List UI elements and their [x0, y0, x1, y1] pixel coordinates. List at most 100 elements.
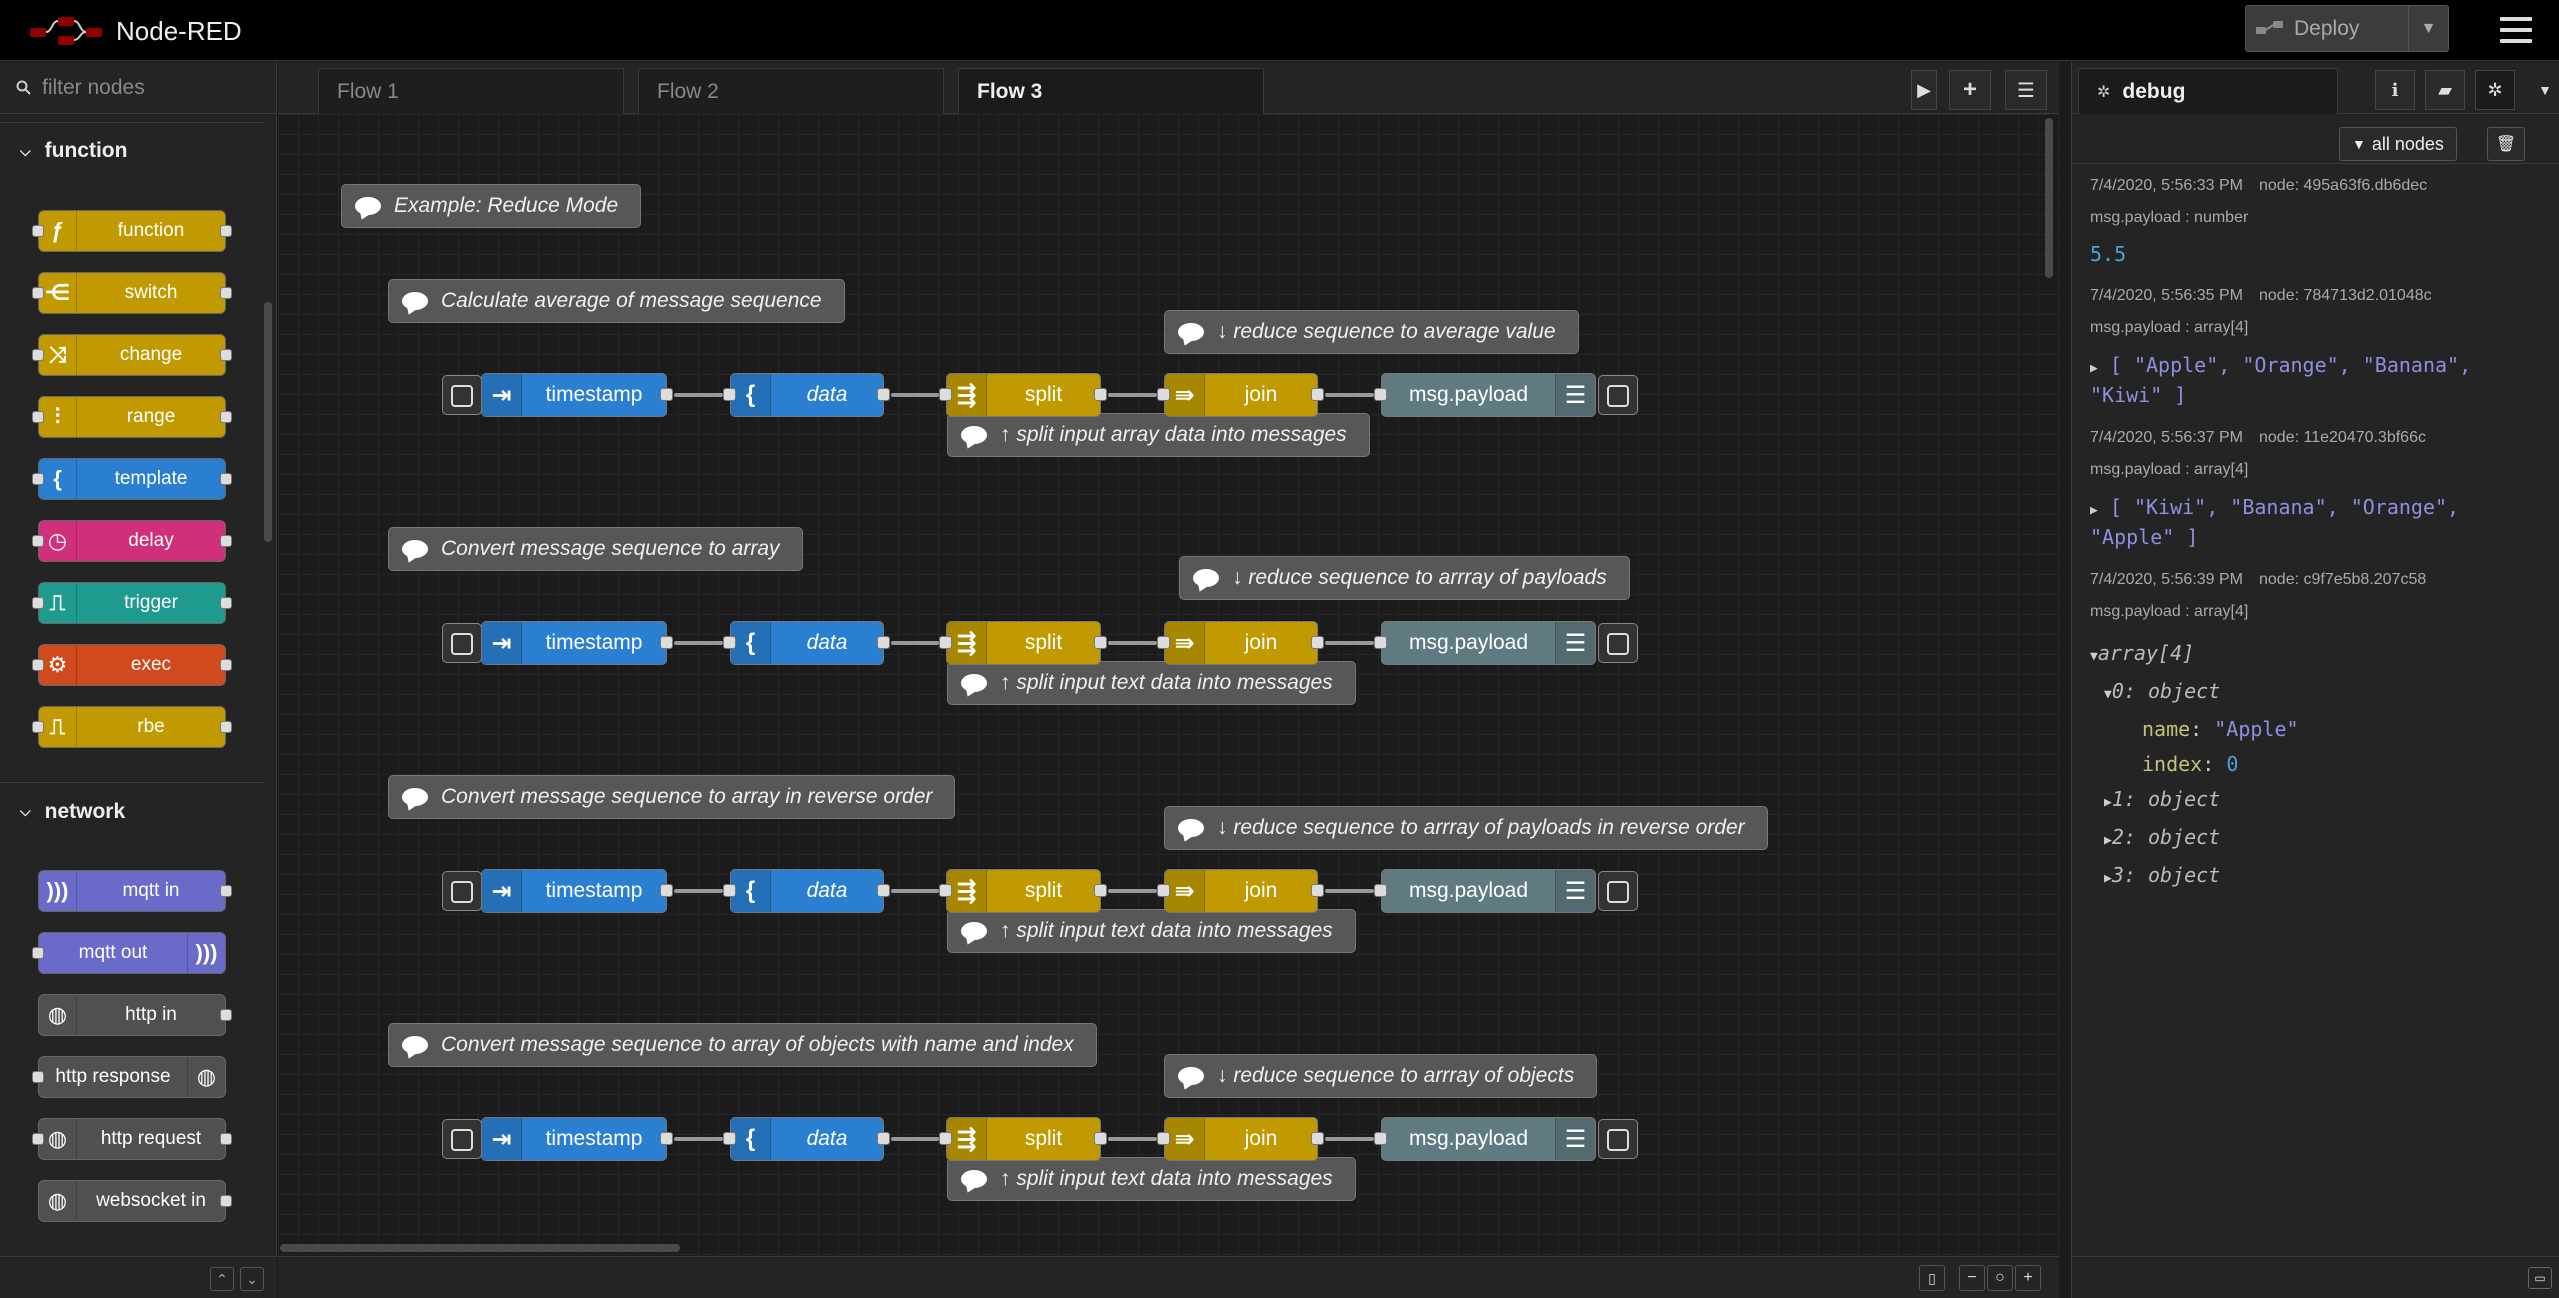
palette-scrollbar[interactable] [264, 302, 272, 542]
message-node-id[interactable]: node: 784713d2.01048c [2259, 287, 2432, 305]
palette-node-mqtt-in[interactable]: ))) mqtt in [38, 870, 226, 912]
row-comment-node[interactable]: Convert message sequence to array in rev… [388, 775, 956, 819]
split-node[interactable]: ⇶ split [946, 621, 1101, 665]
palette-category-function[interactable]: ⌵ function [0, 122, 264, 180]
inject-node[interactable]: ⇥ timestamp [481, 1117, 667, 1161]
inject-button[interactable] [442, 623, 482, 663]
inject-node[interactable]: ⇥ timestamp [481, 621, 667, 665]
message-node-id[interactable]: node: 495a63f6.db6dec [2259, 177, 2427, 195]
debug-toggle-button[interactable] [1598, 375, 1638, 415]
reduce-comment-node[interactable]: ↓ reduce sequence to arrray of payloads … [1164, 806, 1768, 850]
inject-node[interactable]: ⇥ timestamp [481, 869, 667, 913]
clear-messages-trash-icon[interactable]: 🗑 [2487, 127, 2525, 161]
sidebar-menu-chevron-icon[interactable]: ▼ [2525, 70, 2559, 110]
palette-node-trigger[interactable]: ⎍ trigger [38, 582, 226, 624]
palette-node-delay[interactable]: ◷ delay [38, 520, 226, 562]
inject-button[interactable] [442, 1119, 482, 1159]
split-comment-node[interactable]: ↑ split input text data into messages [947, 1157, 1356, 1201]
row-comment-node[interactable]: Calculate average of message sequence [388, 279, 845, 323]
palette-node-template[interactable]: {template [38, 458, 226, 500]
workspace-vertical-scrollbar[interactable] [2045, 118, 2053, 278]
tree-item[interactable]: ▶2: object [2090, 820, 2559, 858]
inject-button[interactable] [442, 871, 482, 911]
debug-bug-icon[interactable]: ✲ [2475, 70, 2515, 110]
split-comment-node[interactable]: ↑ split input text data into messages [947, 661, 1356, 705]
palette-node-function[interactable]: ƒ function [38, 210, 226, 252]
tree-root[interactable]: ▼array[4] [2090, 636, 2559, 674]
tab-flow-2[interactable]: Flow 2 [638, 68, 944, 115]
message-value[interactable]: ▶ [ "Kiwi", "Banana", "Orange", "Apple" … [2072, 486, 2559, 550]
split-node[interactable]: ⇶ split [946, 1117, 1101, 1161]
palette-node-http-request[interactable]: ◍ http request [38, 1118, 226, 1160]
zoom-in-button[interactable]: + [2015, 1265, 2041, 1291]
split-node[interactable]: ⇶ split [946, 373, 1101, 417]
tree-item[interactable]: ▼0: object [2090, 674, 2559, 712]
workspace-horizontal-scrollbar[interactable] [280, 1244, 680, 1252]
message-value[interactable]: ▶ [ "Apple", "Orange", "Banana", "Kiwi" … [2072, 344, 2559, 408]
navigator-map-icon[interactable]: ▯ [1919, 1265, 1945, 1291]
reduce-comment-node[interactable]: ↓ reduce sequence to arrray of payloads [1179, 556, 1630, 600]
palette-node-http-in[interactable]: ◍ http in [38, 994, 226, 1036]
message-node-id[interactable]: node: 11e20470.3bf66c [2259, 429, 2426, 447]
palette-node-rbe[interactable]: ⎍ rbe [38, 706, 226, 748]
tab-flow-3[interactable]: Flow 3 [958, 68, 1264, 115]
join-node[interactable]: ⇛ join [1164, 373, 1318, 417]
debug-node[interactable]: msg.payload ☰ [1381, 621, 1596, 665]
template-node[interactable]: {data [730, 869, 884, 913]
deploy-button[interactable]: Deploy ▼ [2245, 5, 2449, 52]
scroll-tabs-right-icon[interactable]: ▶ [1911, 70, 1937, 110]
tab-flow-1[interactable]: Flow 1 [318, 68, 624, 115]
reduce-comment-node[interactable]: ↓ reduce sequence to average value [1164, 310, 1579, 354]
zoom-out-button[interactable]: − [1959, 1265, 1985, 1291]
reduce-comment-node[interactable]: ↓ reduce sequence to arrray of objects [1164, 1054, 1598, 1098]
inject-button[interactable] [442, 375, 482, 415]
expand-all-icon[interactable]: ⌄ [240, 1267, 264, 1291]
palette-node-change[interactable]: ⤨ change [38, 334, 226, 376]
add-flow-button[interactable]: + [1949, 70, 1991, 110]
debug-node[interactable]: msg.payload ☰ [1381, 1117, 1596, 1161]
palette-category-network[interactable]: ⌵ network [0, 782, 264, 840]
title-comment-node[interactable]: Example: Reduce Mode [341, 184, 642, 228]
monitor-icon[interactable]: ▭ [2528, 1267, 2552, 1289]
debug-toggle-button[interactable] [1598, 871, 1638, 911]
message-node-id[interactable]: node: c9f7e5b8.207c58 [2259, 571, 2426, 589]
split-comment-node[interactable]: ↑ split input text data into messages [947, 909, 1356, 953]
tab-debug[interactable]: ✲ debug [2078, 68, 2338, 115]
debug-toggle-button[interactable] [1598, 623, 1638, 663]
join-node[interactable]: ⇛ join [1164, 869, 1318, 913]
palette-node-range[interactable]: ⫶ range [38, 396, 226, 438]
help-book-icon[interactable]: ▰ [2425, 70, 2465, 110]
template-node[interactable]: {data [730, 1117, 884, 1161]
zoom-reset-button[interactable]: ○ [1987, 1265, 2013, 1291]
palette-node-exec[interactable]: ⚙ exec [38, 644, 226, 686]
info-icon[interactable]: i [2375, 70, 2415, 110]
palette-node-websocket-in[interactable]: ◍ websocket in [38, 1180, 226, 1222]
all-nodes-filter-button[interactable]: ▼ all nodes [2339, 127, 2457, 161]
template-node[interactable]: {data [730, 621, 884, 665]
inject-node[interactable]: ⇥ timestamp [481, 373, 667, 417]
tree-item[interactable]: ▶3: object [2090, 858, 2559, 896]
join-node[interactable]: ⇛ join [1164, 621, 1318, 665]
palette-filter[interactable]: filter nodes [0, 62, 276, 114]
list-flows-button[interactable]: ☰ [2005, 70, 2047, 110]
split-comment-node[interactable]: ↑ split input array data into messages [947, 413, 1370, 457]
row-comment-node[interactable]: Convert message sequence to array [388, 527, 803, 571]
tree-item[interactable]: ▶1: object [2090, 782, 2559, 820]
node-label: timestamp [545, 383, 643, 406]
collapse-all-icon[interactable]: ⌃ [210, 1267, 234, 1291]
row-comment-node[interactable]: Convert message sequence to array of obj… [388, 1023, 1097, 1067]
palette-node-switch[interactable]: ⋲ switch [38, 272, 226, 314]
expand-caret-icon[interactable]: ▶ [2090, 503, 2098, 518]
debug-node[interactable]: msg.payload ☰ [1381, 373, 1596, 417]
join-node[interactable]: ⇛ join [1164, 1117, 1318, 1161]
workspace-canvas[interactable]: Example: Reduce Mode Calculate average o… [278, 114, 2059, 1256]
palette-node-mqtt-out[interactable]: mqtt out))) [38, 932, 226, 974]
deploy-menu-chevron-icon[interactable]: ▼ [2408, 6, 2448, 51]
debug-toggle-button[interactable] [1598, 1119, 1638, 1159]
debug-node[interactable]: msg.payload ☰ [1381, 869, 1596, 913]
palette-node-http-response[interactable]: http response ◍ [38, 1056, 226, 1098]
expand-caret-icon[interactable]: ▶ [2090, 361, 2098, 376]
template-node[interactable]: {data [730, 373, 884, 417]
main-menu-button[interactable] [2488, 12, 2544, 48]
split-node[interactable]: ⇶ split [946, 869, 1101, 913]
